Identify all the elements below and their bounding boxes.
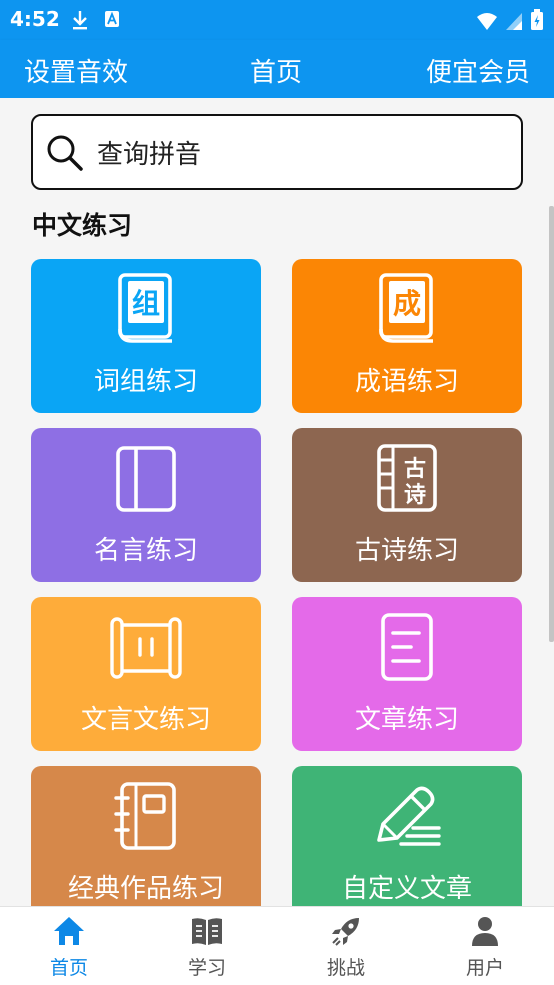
card-article-practice[interactable]: 文章练习	[292, 597, 522, 751]
document-icon	[292, 609, 522, 689]
card-phrase-practice[interactable]: 组 词组练习	[31, 259, 261, 413]
scrollbar[interactable]	[549, 206, 554, 642]
page-title: 首页	[250, 58, 303, 88]
search-icon	[45, 133, 85, 177]
panel-book-icon	[31, 440, 261, 520]
status-time: 4:52	[10, 7, 60, 31]
card-custom-article[interactable]: 自定义文章	[292, 766, 522, 906]
card-label: 文章练习	[354, 705, 459, 735]
notification-app-icon	[104, 10, 120, 32]
card-poem-practice[interactable]: 古 诗 古诗练习	[292, 428, 522, 582]
icon-glyph: 诗	[404, 483, 426, 508]
tab-label: 用户	[465, 957, 504, 979]
pinyin-search-box[interactable]: 查询拼音	[31, 114, 523, 190]
card-label: 文言文练习	[80, 705, 211, 735]
tab-label: 首页	[49, 957, 88, 979]
card-label: 经典作品练习	[67, 874, 224, 904]
card-label: 自定义文章	[341, 874, 472, 904]
wifi-icon	[476, 13, 497, 30]
card-quote-practice[interactable]: 名言练习	[31, 428, 261, 582]
card-label: 成语练习	[354, 367, 459, 397]
open-book-icon	[138, 915, 276, 951]
card-label: 名言练习	[93, 536, 198, 566]
icon-glyph: 组	[132, 287, 160, 320]
download-icon	[70, 9, 90, 35]
membership-button[interactable]: 便宜会员	[426, 52, 530, 89]
card-label: 古诗练习	[354, 536, 459, 566]
scroll-icon	[31, 609, 261, 689]
icon-glyph: 古	[404, 456, 426, 482]
tab-label: 学习	[187, 957, 226, 979]
signal-icon	[505, 13, 522, 30]
card-classical-chinese-practice[interactable]: 文言文练习	[31, 597, 261, 751]
search-placeholder: 查询拼音	[97, 140, 202, 170]
battery-icon	[531, 9, 543, 30]
sound-settings-button[interactable]: 设置音效	[24, 52, 128, 89]
classic-book-icon: 古 诗	[292, 440, 522, 520]
status-indicators	[474, 9, 544, 35]
tab-study[interactable]: 学习	[138, 907, 276, 985]
app-bar: 设置音效 首页 便宜会员	[0, 40, 554, 98]
book-icon: 成	[292, 271, 522, 351]
rocket-icon	[277, 915, 415, 951]
main-content[interactable]: 查询拼音 中文练习 组 词组练习 成 成语练习 名言练习 古 诗 古诗练习 文言…	[0, 98, 554, 906]
tab-user[interactable]: 用户	[416, 907, 554, 985]
pencil-icon	[292, 778, 522, 858]
user-icon	[416, 915, 554, 951]
card-classic-works-practice[interactable]: 经典作品练习	[31, 766, 261, 906]
section-title: 中文练习	[32, 211, 133, 240]
icon-glyph: 成	[393, 287, 421, 320]
tab-challenge[interactable]: 挑战	[277, 907, 415, 985]
card-idiom-practice[interactable]: 成 成语练习	[292, 259, 522, 413]
tab-label: 挑战	[326, 957, 365, 979]
home-icon	[0, 915, 138, 951]
card-label: 词组练习	[93, 367, 198, 397]
notebook-icon	[31, 778, 261, 858]
bottom-tab-bar: 首页 学习 挑战 用户	[0, 906, 554, 985]
book-icon: 组	[31, 271, 261, 351]
status-bar: 4:52	[0, 0, 554, 40]
tab-home[interactable]: 首页	[0, 907, 138, 985]
